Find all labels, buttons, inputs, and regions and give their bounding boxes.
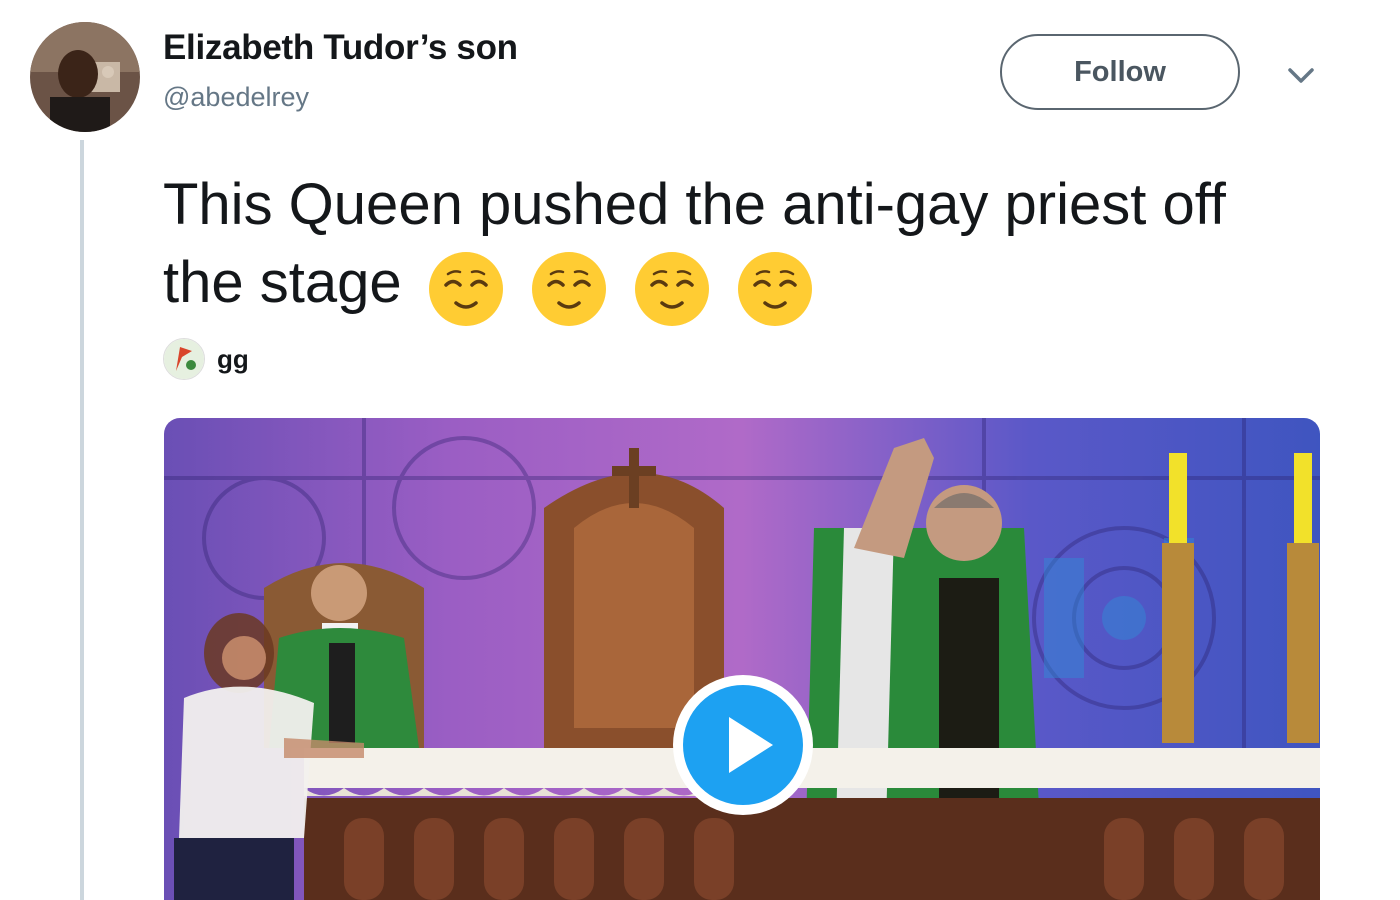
- author-display-name[interactable]: Elizabeth Tudor’s son: [163, 28, 518, 68]
- author-avatar[interactable]: [30, 22, 140, 132]
- relieved-face-emoji-icon: [634, 251, 710, 327]
- quoted-account-avatar[interactable]: [163, 338, 205, 380]
- tweet-text: This Queen pushed the anti-gay priest of…: [163, 166, 1303, 327]
- thread-line: [80, 140, 84, 900]
- follow-button[interactable]: Follow: [1000, 34, 1240, 110]
- chevron-down-icon[interactable]: [1284, 58, 1318, 92]
- relieved-face-emoji-icon: [531, 251, 607, 327]
- video-thumbnail: [164, 418, 1320, 900]
- relieved-face-emoji-icon: [737, 251, 813, 327]
- video-player[interactable]: [164, 418, 1320, 900]
- quoted-account-name[interactable]: gg: [217, 344, 249, 375]
- author-handle[interactable]: @abedelrey: [163, 82, 309, 113]
- relieved-face-emoji-icon: [428, 251, 504, 327]
- quoted-account[interactable]: gg: [163, 338, 249, 380]
- play-button-icon[interactable]: [671, 673, 815, 817]
- emoji-group: [428, 246, 824, 327]
